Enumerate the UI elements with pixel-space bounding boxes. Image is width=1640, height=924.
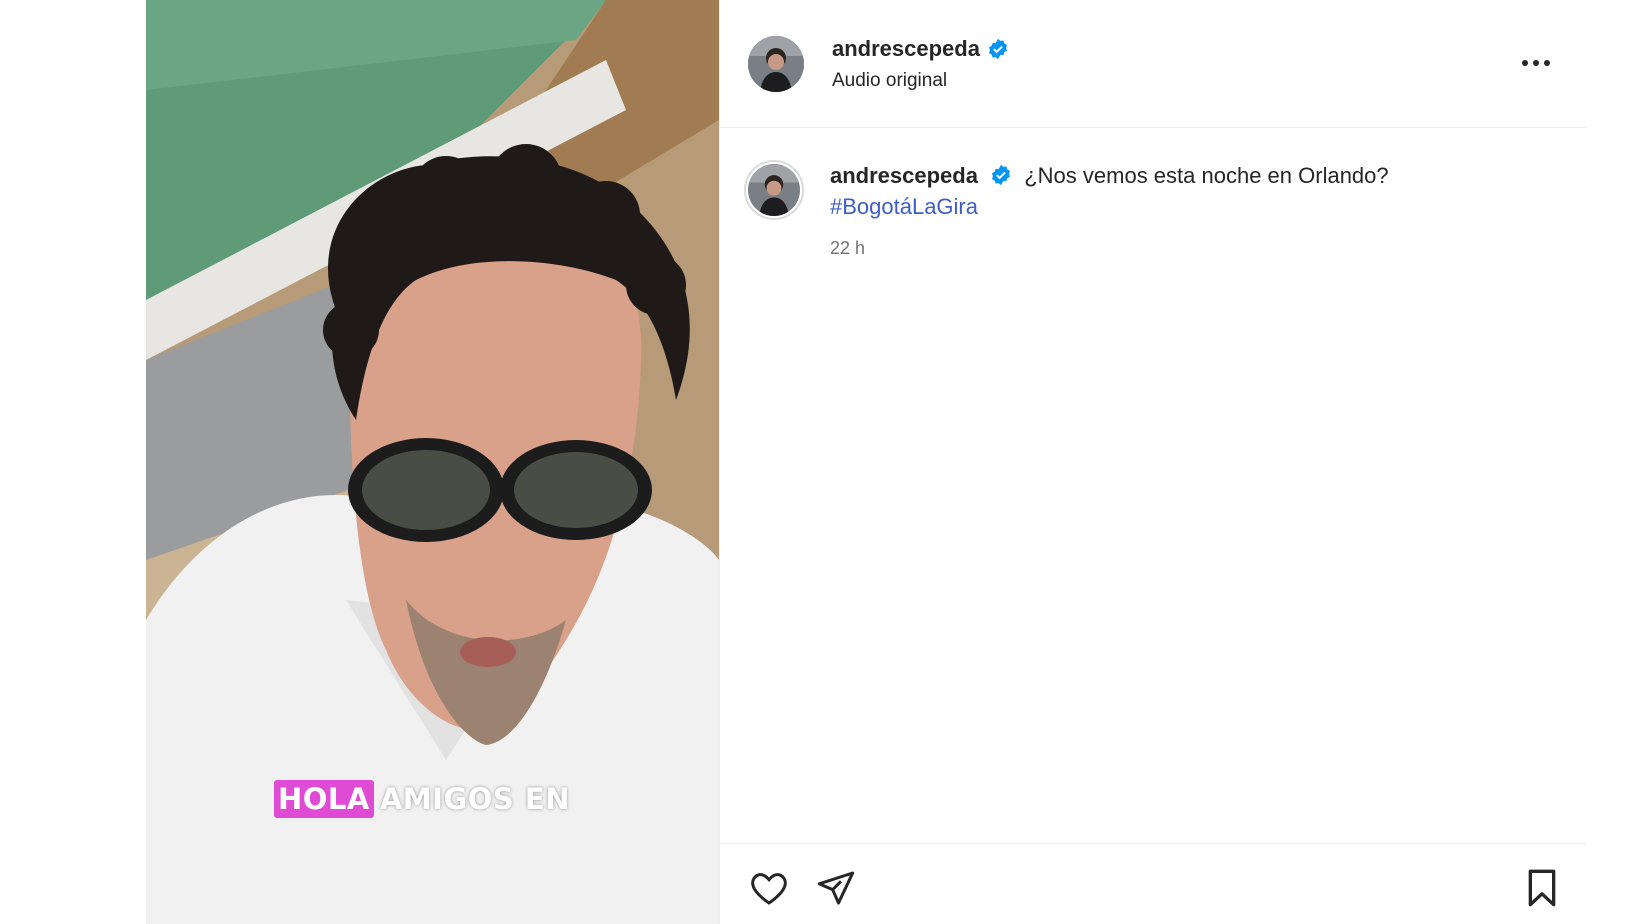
avatar-image [748, 35, 804, 92]
username-row: andrescepeda [832, 36, 1009, 62]
caption-comment: andrescepeda ¿Nos vemos esta noche en Or… [720, 128, 1586, 264]
caption-text: ¿Nos vemos esta noche en Orlando? [1024, 163, 1389, 188]
more-options-icon[interactable] [1516, 54, 1556, 72]
actions-divider [720, 843, 1586, 844]
heart-icon[interactable] [748, 868, 790, 908]
post-header: andrescepeda Audio original [720, 0, 1586, 128]
caption-highlight-word: HOLA [274, 780, 374, 818]
avatar-image [748, 164, 800, 216]
action-bar [748, 868, 1560, 908]
post-modal: HOLA AMIGOS EN andrescepeda Audio origin… [146, 0, 1586, 924]
audio-label[interactable]: Audio original [832, 70, 1009, 92]
header-text: andrescepeda Audio original [832, 36, 1009, 92]
video-caption-overlay: HOLA AMIGOS EN [274, 780, 572, 818]
post-sidebar: andrescepeda Audio original andrescepeda… [719, 0, 1586, 924]
bookmark-icon[interactable] [1524, 868, 1560, 908]
caption-body: andrescepeda ¿Nos vemos esta noche en Or… [830, 160, 1389, 264]
author-username[interactable]: andrescepeda [832, 36, 980, 62]
author-avatar[interactable] [748, 35, 804, 92]
share-icon[interactable] [816, 868, 856, 908]
verified-badge-icon [990, 163, 1012, 186]
post-video[interactable]: HOLA AMIGOS EN [146, 0, 719, 924]
post-timestamp[interactable]: 22 h [830, 233, 1389, 264]
caption-text: AMIGOS EN [379, 782, 570, 816]
hashtag-link[interactable]: #BogotáLaGira [830, 194, 978, 219]
caption-avatar[interactable] [744, 160, 804, 220]
verified-badge-icon [987, 38, 1009, 60]
caption-username[interactable]: andrescepeda [830, 163, 978, 188]
